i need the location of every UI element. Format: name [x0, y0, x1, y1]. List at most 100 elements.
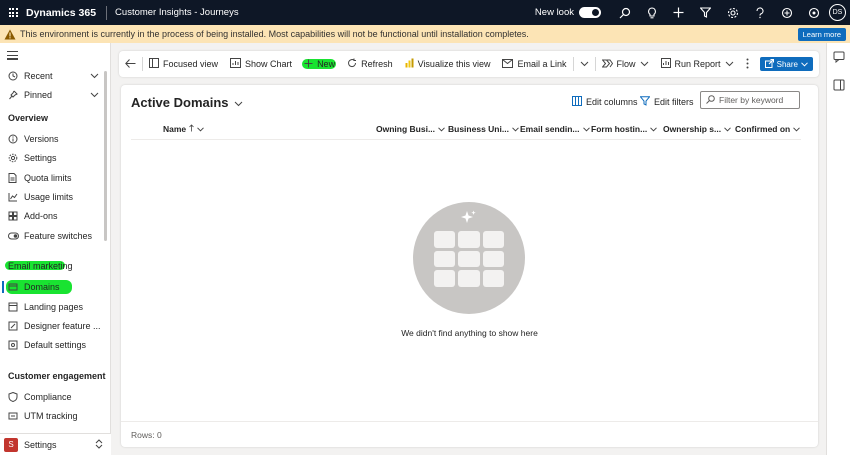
info-circle-icon — [8, 134, 24, 144]
chat-icon[interactable] — [833, 51, 845, 64]
nav-heading-customer-engagement: Customer engagement — [8, 371, 106, 381]
sidebar-scrollbar[interactable] — [104, 71, 107, 241]
column-header-confirmed-on[interactable]: Confirmed on — [735, 124, 801, 134]
search-icon[interactable] — [611, 0, 638, 25]
nav-item-label: Default settings — [24, 340, 87, 350]
column-header-name[interactable]: Name — [163, 124, 205, 134]
chevron-down-icon — [90, 71, 104, 81]
visualize-button[interactable]: Visualize this view — [399, 51, 497, 77]
more-chevron-button[interactable] — [574, 51, 595, 77]
avatar[interactable]: DS — [829, 4, 846, 21]
share-icon — [764, 58, 774, 70]
area-switcher[interactable]: S Settings — [0, 433, 111, 455]
selection-indicator — [2, 281, 4, 293]
focused-view-label: Focused view — [163, 59, 219, 69]
share-label: Share — [776, 59, 798, 69]
nav-item-domains[interactable]: Domains — [0, 278, 104, 296]
filter-placeholder: Filter by keyword — [719, 95, 784, 105]
column-header-email-sending[interactable]: Email sendin... — [520, 124, 590, 134]
app-launcher-icon[interactable] — [0, 0, 26, 25]
nav-item-label: Versions — [24, 134, 59, 144]
new-look-label: New look — [534, 7, 574, 18]
share-button[interactable]: Share — [759, 57, 813, 71]
chevron-down-icon — [724, 124, 731, 134]
plus-icon[interactable] — [665, 0, 692, 25]
chevron-down-icon — [197, 124, 205, 134]
help-icon[interactable] — [746, 0, 773, 25]
nav-item-utm-tracking[interactable]: UTM tracking — [0, 407, 104, 425]
column-label: Name — [163, 124, 187, 134]
nav-item-designer-feature[interactable]: Designer feature ... — [0, 317, 104, 335]
link-icon — [8, 411, 24, 421]
designer-icon — [8, 321, 24, 331]
sparkle-icon — [461, 210, 476, 223]
column-label: Email sendin... — [520, 124, 580, 134]
lightbulb-icon[interactable] — [638, 0, 665, 25]
nav-item-default-settings[interactable]: Default settings — [0, 336, 104, 354]
power-bi-icon — [405, 58, 414, 70]
nav-item-label: Add-ons — [24, 211, 58, 221]
document-icon — [8, 173, 24, 183]
focused-view-button[interactable]: Focused view — [143, 51, 224, 77]
nav-pinned[interactable]: Pinned — [0, 86, 104, 104]
toggle-switch[interactable] — [579, 7, 601, 18]
shield-icon — [8, 392, 24, 402]
sitemap-sidebar: Recent Pinned Overview Versions Settings… — [0, 43, 111, 455]
nav-item-add-ons[interactable]: Add-ons — [0, 207, 104, 225]
column-header-ownership-status[interactable]: Ownership s... — [663, 124, 731, 134]
settings-doc-icon — [8, 340, 24, 350]
panel-icon[interactable] — [833, 79, 845, 91]
column-header-form-hosting[interactable]: Form hostin... — [591, 124, 658, 134]
column-header-owning-business-unit[interactable]: Owning Busi... — [376, 124, 445, 134]
sort-ascending-icon — [189, 124, 194, 134]
refresh-button[interactable]: Refresh — [341, 51, 399, 77]
overflow-button[interactable] — [740, 51, 755, 77]
filter-icon — [639, 96, 651, 108]
back-button[interactable] — [119, 51, 142, 77]
assist-icon[interactable] — [800, 0, 827, 25]
email-link-button[interactable]: Email a Link — [496, 51, 572, 77]
new-button[interactable]: New — [298, 51, 341, 77]
refresh-icon — [347, 58, 357, 70]
nav-item-settings[interactable]: Settings — [0, 149, 104, 167]
filter-keyword-input[interactable]: Filter by keyword — [700, 91, 800, 109]
app-name[interactable]: Dynamics 365 — [26, 5, 108, 20]
domain-icon — [8, 282, 24, 292]
columns-icon — [572, 96, 582, 108]
visualize-label: Visualize this view — [417, 59, 491, 69]
show-chart-button[interactable]: Show Chart — [224, 51, 298, 77]
filter-icon[interactable] — [692, 0, 719, 25]
nav-item-versions[interactable]: Versions — [0, 130, 104, 148]
page-title: Active Domains — [131, 95, 229, 110]
flow-button[interactable]: Flow — [596, 51, 655, 77]
column-label: Form hostin... — [591, 124, 648, 134]
learn-more-button[interactable]: Learn more — [797, 27, 846, 41]
app-subtitle[interactable]: Customer Insights - Journeys — [107, 7, 535, 18]
hamburger-menu-icon[interactable] — [7, 51, 18, 62]
edit-filters-label: Edit filters — [654, 97, 694, 107]
view-selector[interactable]: Active Domains — [131, 95, 243, 110]
nav-item-feature-switches[interactable]: Feature switches — [0, 227, 104, 245]
nav-item-quota-limits[interactable]: Quota limits — [0, 169, 104, 187]
arrow-left-icon — [125, 58, 136, 70]
copilot-icon[interactable] — [773, 0, 800, 25]
column-header-business-unit[interactable]: Business Uni... — [448, 124, 519, 134]
flow-icon — [600, 59, 613, 70]
nav-item-landing-pages[interactable]: Landing pages — [0, 298, 104, 316]
nav-item-compliance[interactable]: Compliance — [0, 388, 104, 406]
search-icon — [706, 94, 715, 106]
nav-item-label: Settings — [24, 153, 57, 163]
grid-header: Name Owning Busi... Business Uni... Emai… — [131, 118, 801, 140]
command-bar: Focused view Show Chart New Refresh Visu… — [119, 51, 819, 77]
new-look-toggle[interactable]: New look — [535, 7, 601, 18]
edit-filters-button[interactable]: Edit filters — [639, 96, 694, 108]
column-label: Business Uni... — [448, 124, 509, 134]
edit-columns-button[interactable]: Edit columns — [572, 96, 638, 108]
gear-icon[interactable] — [719, 0, 746, 25]
clock-icon — [8, 71, 24, 81]
run-report-button[interactable]: Run Report — [655, 51, 740, 77]
chevron-down-icon — [580, 59, 589, 69]
nav-recent[interactable]: Recent — [0, 67, 104, 85]
nav-item-usage-limits[interactable]: Usage limits — [0, 188, 104, 206]
chevron-down-icon — [650, 124, 658, 134]
